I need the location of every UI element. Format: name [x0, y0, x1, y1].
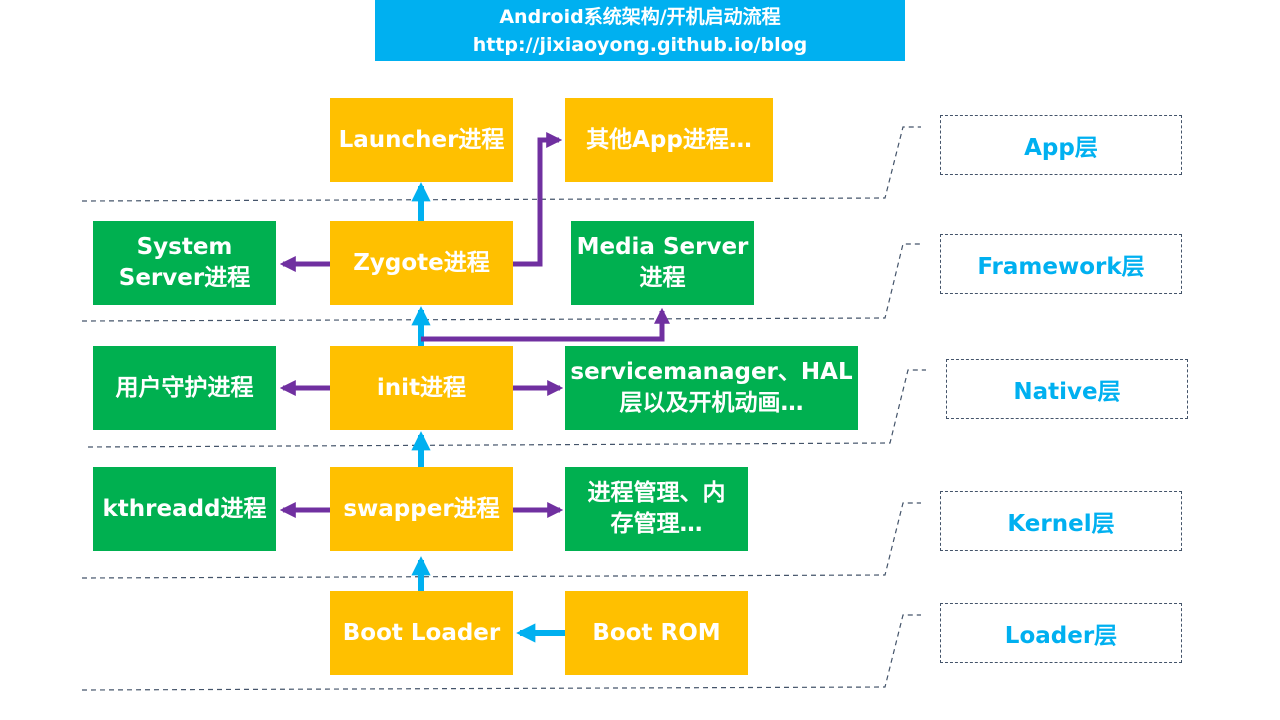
node-kthreadd: kthreadd进程 [93, 467, 276, 551]
servicemanager-line2: 层以及开机动画… [619, 390, 804, 416]
servicemanager-line1: servicemanager、HAL [570, 359, 853, 385]
node-zygote: Zygote进程 [330, 221, 513, 305]
node-servicemanager: servicemanager、HAL 层以及开机动画… [565, 346, 858, 430]
node-init: init进程 [330, 346, 513, 430]
node-other-apps: 其他App进程… [565, 98, 773, 182]
node-swapper: swapper进程 [330, 467, 513, 551]
system-server-line2: Server进程 [118, 265, 251, 291]
system-server-line1: System [136, 234, 233, 260]
node-system-server: System Server进程 [93, 221, 276, 305]
process-mgmt-line2: 存管理… [610, 511, 703, 537]
media-server-line2: 进程 [639, 265, 686, 291]
node-boot-loader: Boot Loader [330, 591, 513, 675]
process-mgmt-line1: 进程管理、内 [587, 480, 726, 506]
layer-label-native: Native层 [946, 359, 1188, 419]
node-launcher: Launcher进程 [330, 98, 513, 182]
layer-label-app: App层 [940, 115, 1182, 175]
layer-label-framework: Framework层 [940, 234, 1182, 294]
node-boot-rom: Boot ROM [565, 591, 748, 675]
layer-label-loader: Loader层 [940, 603, 1182, 663]
arrow-zygote-to-otherapps [513, 131, 563, 267]
arrow-init-to-mediaserver [421, 307, 671, 342]
layer-label-kernel: Kernel层 [940, 491, 1182, 551]
media-server-line1: Media Server [576, 234, 749, 260]
node-media-server: Media Server 进程 [571, 221, 754, 305]
node-user-daemon: 用户守护进程 [93, 346, 276, 430]
node-process-management: 进程管理、内 存管理… [565, 467, 748, 551]
